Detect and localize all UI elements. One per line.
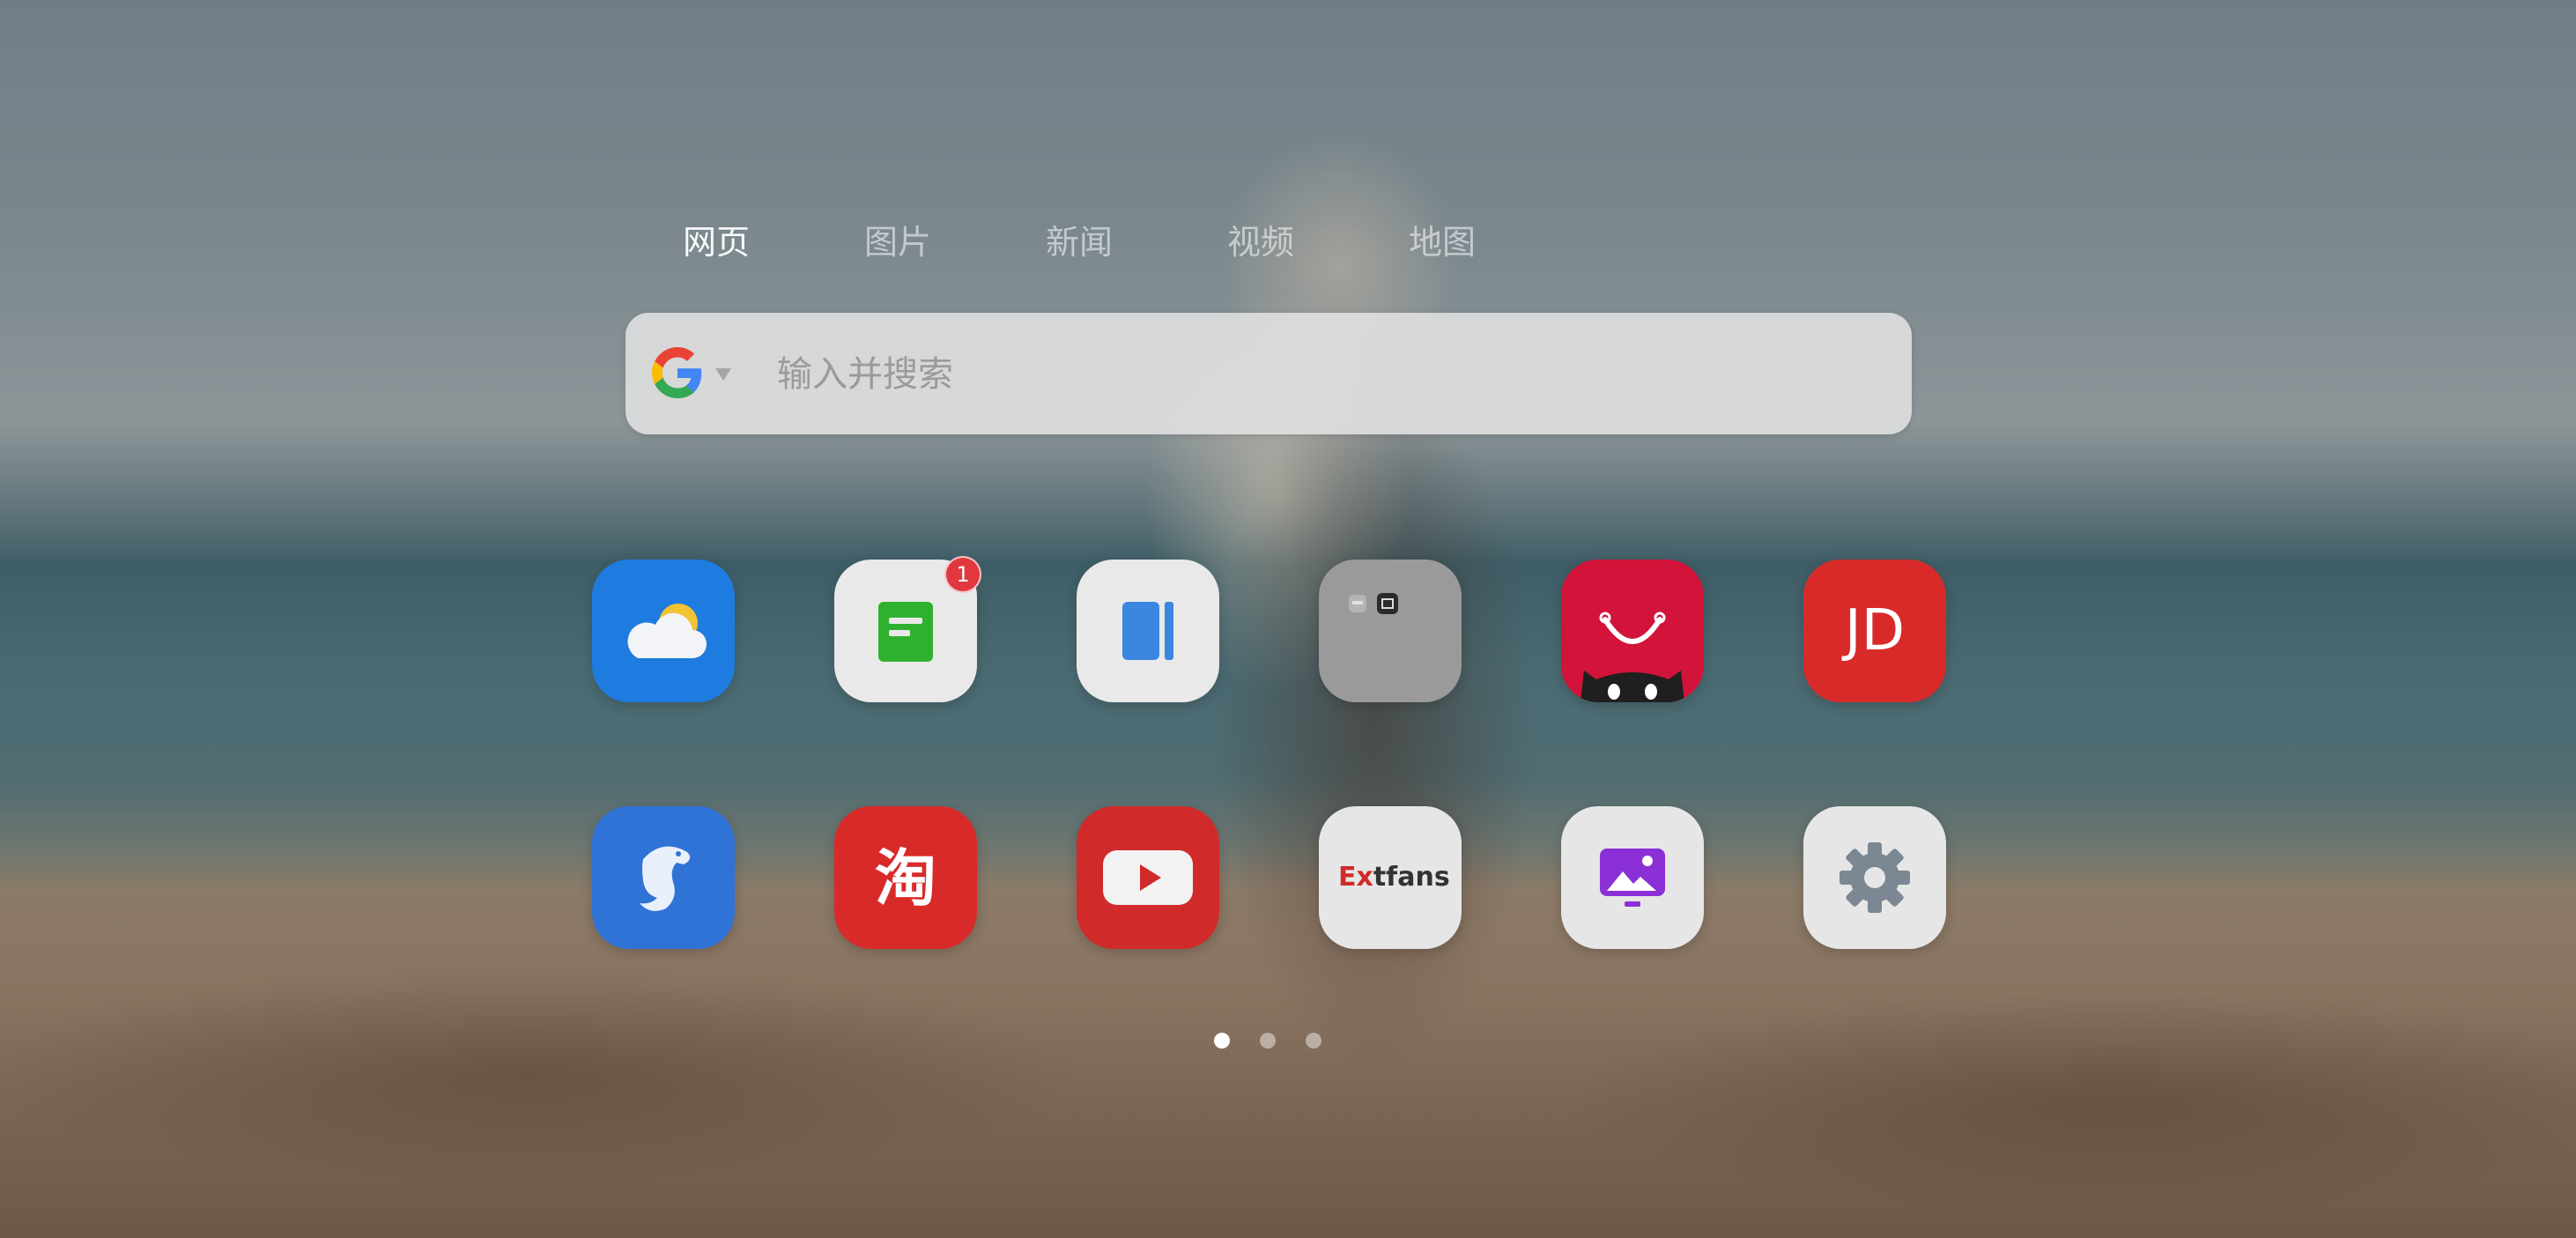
tab-videos[interactable]: 视频 bbox=[1170, 211, 1351, 273]
app-youtube[interactable] bbox=[1077, 806, 1219, 949]
app-extfans[interactable]: Extfans bbox=[1319, 806, 1462, 949]
app-settings[interactable] bbox=[1803, 806, 1946, 949]
svg-text:Extfans: Extfans bbox=[1338, 862, 1450, 893]
tab-news[interactable]: 新闻 bbox=[988, 211, 1170, 273]
taobao-label: 淘 bbox=[875, 842, 936, 915]
app-wallpaper[interactable] bbox=[1561, 806, 1704, 949]
folder-icon bbox=[1319, 560, 1462, 702]
jd-icon: JD bbox=[1803, 560, 1946, 702]
page-dot-3[interactable] bbox=[1306, 1033, 1321, 1049]
page-dot-2[interactable] bbox=[1260, 1033, 1276, 1049]
tab-images[interactable]: 图片 bbox=[807, 211, 988, 273]
search-input[interactable] bbox=[775, 339, 1880, 410]
search-bar bbox=[625, 313, 1912, 434]
search-category-tabs: 网页 图片 新闻 视频 地图 bbox=[625, 211, 1533, 273]
tab-web[interactable]: 网页 bbox=[625, 211, 807, 273]
extfans-icon: Extfans bbox=[1319, 806, 1462, 949]
wallpaper-icon bbox=[1561, 806, 1704, 949]
app-ctrip[interactable] bbox=[592, 806, 735, 949]
settings-icon bbox=[1803, 806, 1946, 949]
extfans-label-red: Ex bbox=[1338, 862, 1373, 893]
youtube-icon bbox=[1077, 806, 1219, 949]
chevron-down-icon bbox=[715, 368, 731, 381]
ctrip-icon bbox=[592, 806, 735, 949]
notification-badge: 1 bbox=[944, 556, 981, 593]
app-sidebar[interactable] bbox=[1077, 560, 1219, 702]
new-tab-page: 网页 图片 新闻 视频 地图 输入并搜索 JD 淘 Extfans 1 bbox=[0, 0, 2576, 1238]
jd-label: JD bbox=[1841, 598, 1905, 663]
sidebar-icon bbox=[1077, 560, 1219, 702]
app-tmall[interactable] bbox=[1561, 560, 1704, 702]
taobao-icon: 淘 bbox=[834, 806, 977, 949]
app-folder[interactable] bbox=[1319, 560, 1462, 702]
extfans-label-dark: tfans bbox=[1373, 862, 1450, 893]
page-dot-1[interactable] bbox=[1214, 1033, 1230, 1049]
app-weather[interactable] bbox=[592, 560, 735, 702]
search-engine-selector[interactable] bbox=[652, 344, 758, 405]
weather-icon bbox=[592, 560, 735, 702]
google-icon bbox=[652, 347, 703, 402]
app-taobao[interactable]: 淘 bbox=[834, 806, 977, 949]
tab-maps[interactable]: 地图 bbox=[1351, 211, 1533, 273]
tmall-icon bbox=[1561, 560, 1704, 702]
page-indicator bbox=[1214, 1033, 1321, 1049]
app-jd[interactable]: JD bbox=[1803, 560, 1946, 702]
